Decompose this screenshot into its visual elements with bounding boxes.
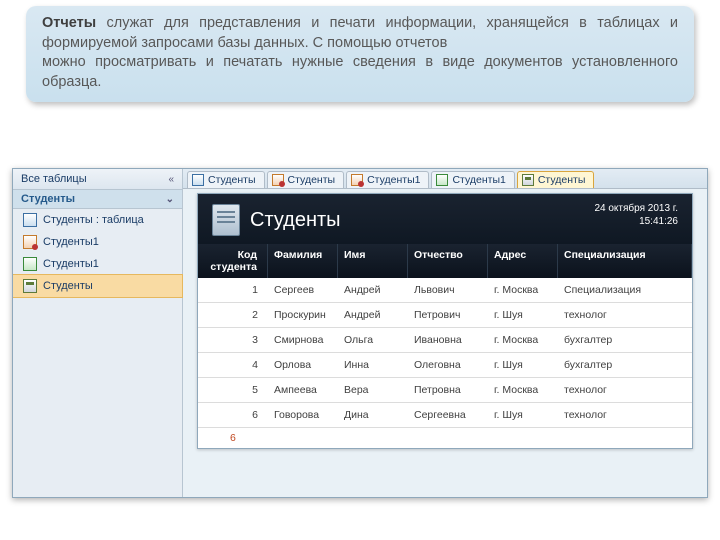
report-row: 3СмирноваОльгаИвановнаг. Москвабухгалтер [198,328,692,353]
nav-item-0[interactable]: Студенты : таблица [13,209,182,231]
table-icon [23,213,37,227]
doc-tab-3[interactable]: Студенты1 [431,171,514,188]
cell-spec: бухгалтер [558,353,692,377]
report-icon [522,174,534,186]
report-row: 2ПроскуринАндрейПетровичг. Шуятехнолог [198,303,692,328]
cell-fam: Смирнова [268,328,338,352]
doc-tab-1[interactable]: Студенты [267,171,345,188]
cell-patr: Олеговна [408,353,488,377]
report-row-count: 6 [198,428,692,448]
col-fam: Фамилия [268,244,338,278]
report-header: Студенты 24 октября 2013 г. 15:41:26 [198,194,692,244]
cell-id: 3 [198,328,268,352]
query-icon [272,174,284,186]
cell-fam: Ампеева [268,378,338,402]
cell-fam: Сергеев [268,278,338,302]
document-tabs: Студенты Студенты Студенты1 Студенты1 Студен… [183,169,707,189]
nav-pane-header[interactable]: Все таблицы « [13,169,182,190]
tab-label: Студенты1 [452,174,505,186]
report-icon [23,279,37,293]
nav-group-header[interactable]: Студенты ⌄ [13,190,182,209]
report-title: Студенты [250,209,341,232]
cell-spec: технолог [558,303,692,327]
tab-label: Студенты [208,174,256,186]
col-spec: Специализация [558,244,692,278]
query-icon [351,174,363,186]
cell-fam: Говорова [268,403,338,427]
report-page: Студенты 24 октября 2013 г. 15:41:26 Код… [197,193,693,449]
cell-spec: Специализация [558,278,692,302]
cell-id: 6 [198,403,268,427]
table-icon [192,174,204,186]
nav-item-3[interactable]: Студенты [13,275,182,297]
report-logo-icon [212,204,240,236]
col-patr: Отчество [408,244,488,278]
nav-item-1[interactable]: Студенты1 [13,231,182,253]
cell-name: Вера [338,378,408,402]
cell-id: 5 [198,378,268,402]
cell-id: 4 [198,353,268,377]
form-icon [436,174,448,186]
nav-item-label: Студенты1 [43,258,99,270]
form-icon [23,257,37,271]
report-column-headers: Код студента Фамилия Имя Отчество Адрес … [198,244,692,278]
cell-addr: г. Москва [488,278,558,302]
cell-fam: Проскурин [268,303,338,327]
nav-group-title: Студенты [21,193,75,205]
col-addr: Адрес [488,244,558,278]
tab-label: Студенты1 [367,174,420,186]
cell-spec: технолог [558,378,692,402]
document-area: СтудентыСтудентыСтуденты1Студенты1Студен… [183,169,707,497]
cell-addr: г. Москва [488,378,558,402]
query-icon [23,235,37,249]
report-timestamp: 24 октября 2013 г. 15:41:26 [594,202,678,228]
cell-fam: Орлова [268,353,338,377]
report-row: 1СергеевАндрейЛьвовичг. МоскваСпециализа… [198,278,692,303]
callout-text-2: можно просматривать и печатать нужные св… [42,54,678,90]
cell-id: 2 [198,303,268,327]
tab-label: Студенты [288,174,336,186]
doc-tab-0[interactable]: Студенты [187,171,265,188]
report-row: 4ОрловаИннаОлеговнаг. Шуябухгалтер [198,353,692,378]
cell-addr: г. Шуя [488,403,558,427]
cell-patr: Петрович [408,303,488,327]
nav-item-label: Студенты [43,280,93,292]
cell-spec: бухгалтер [558,328,692,352]
cell-name: Андрей [338,303,408,327]
collapse-group-icon[interactable]: ⌄ [166,194,174,205]
cell-patr: Сергеевна [408,403,488,427]
callout-text-1: служат для представления и печати информ… [42,15,678,51]
cell-name: Ольга [338,328,408,352]
callout-bold: Отчеты [42,15,96,31]
cell-addr: г. Шуя [488,353,558,377]
report-row: 6ГовороваДинаСергеевнаг. Шуятехнолог [198,403,692,428]
report-date: 24 октября 2013 г. [594,202,678,215]
nav-item-label: Студенты1 [43,236,99,248]
report-row: 5АмпееваВераПетровнаг. Москватехнолог [198,378,692,403]
cell-name: Инна [338,353,408,377]
doc-tab-2[interactable]: Студенты1 [346,171,429,188]
nav-pane-title: Все таблицы [21,173,87,185]
navigation-pane: Все таблицы « Студенты ⌄ Студенты : табл… [13,169,183,497]
cell-patr: Петровна [408,378,488,402]
info-callout: Отчеты служат для представления и печати… [26,6,694,102]
cell-id: 1 [198,278,268,302]
report-time: 15:41:26 [594,215,678,228]
cell-name: Андрей [338,278,408,302]
cell-addr: г. Шуя [488,303,558,327]
collapse-pane-icon[interactable]: « [168,174,174,185]
cell-patr: Львович [408,278,488,302]
access-window: Все таблицы « Студенты ⌄ Студенты : табл… [12,168,708,498]
doc-tab-4[interactable]: Студенты [517,171,595,188]
tab-label: Студенты [538,174,586,186]
report-viewport[interactable]: Студенты 24 октября 2013 г. 15:41:26 Код… [183,189,707,497]
cell-patr: Ивановна [408,328,488,352]
nav-item-label: Студенты : таблица [43,214,144,226]
cell-spec: технолог [558,403,692,427]
cell-name: Дина [338,403,408,427]
cell-addr: г. Москва [488,328,558,352]
nav-item-2[interactable]: Студенты1 [13,253,182,275]
col-id: Код студента [198,244,268,278]
col-name: Имя [338,244,408,278]
